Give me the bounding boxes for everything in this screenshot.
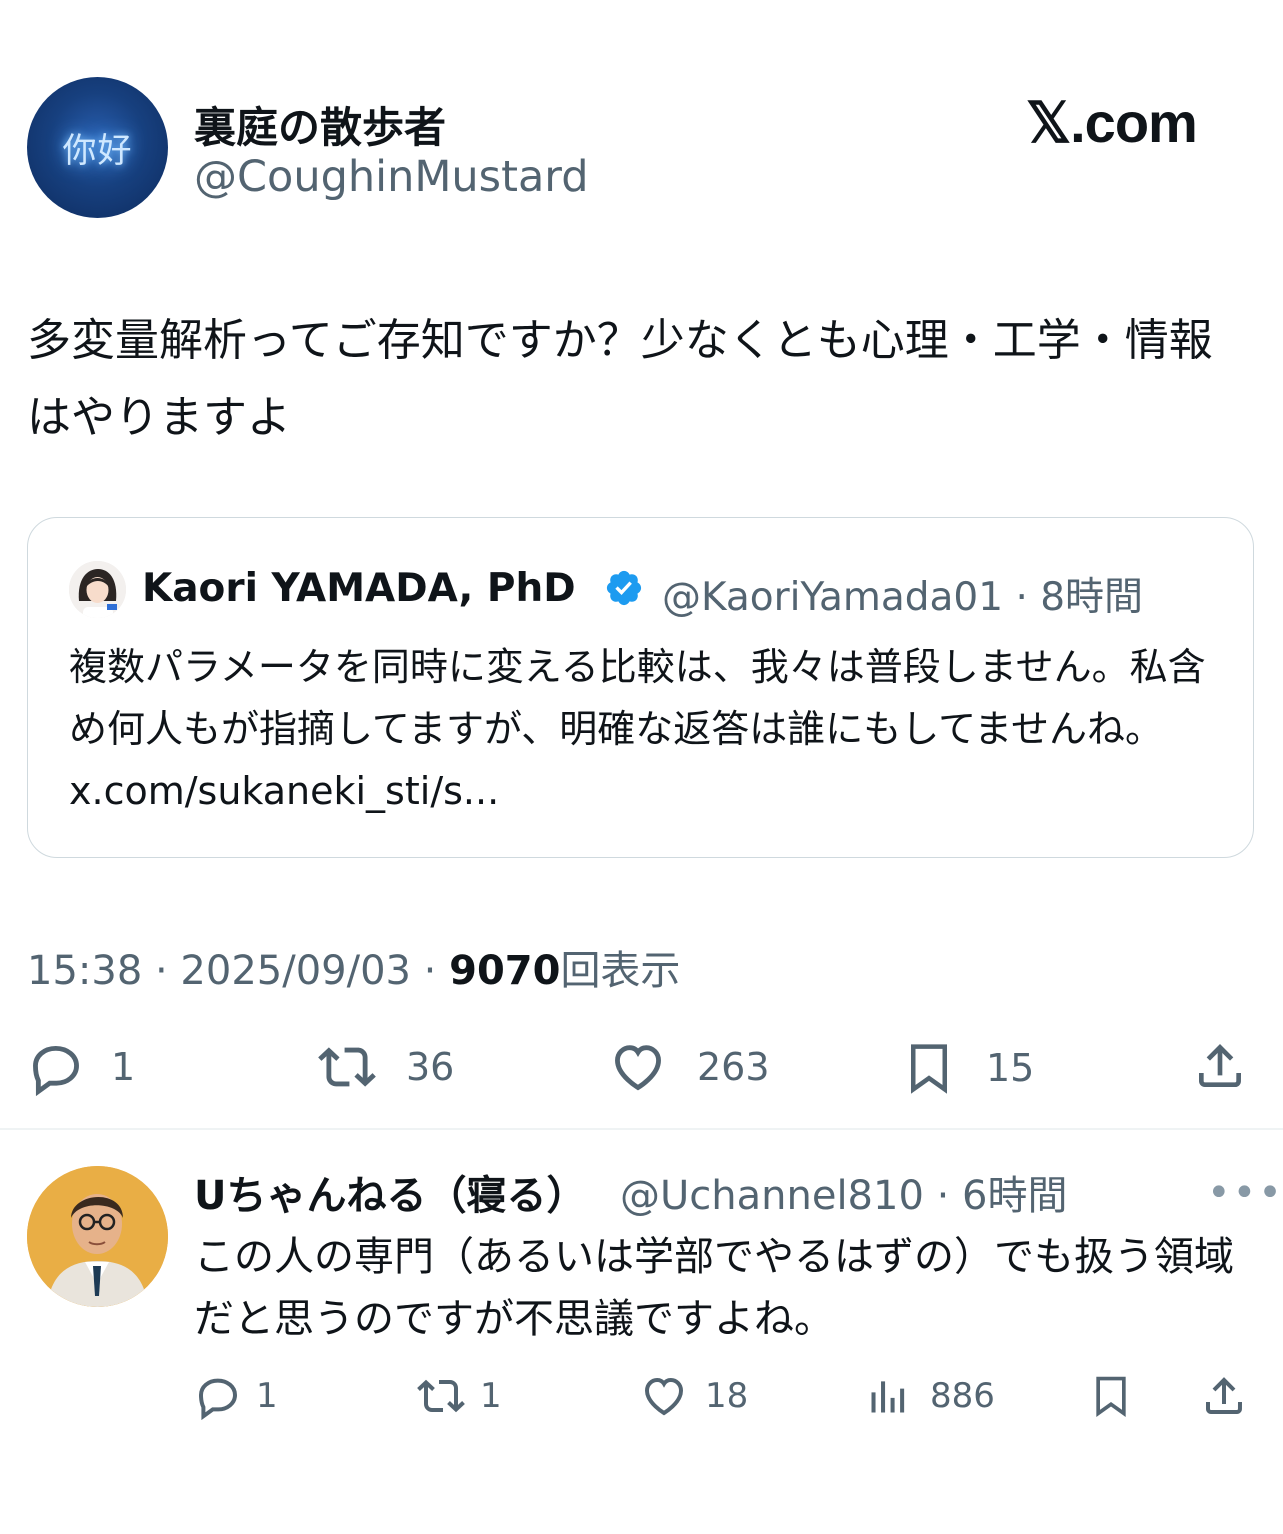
- more-icon[interactable]: •••: [1207, 1170, 1283, 1216]
- quoted-author-name[interactable]: Kaori YAMADA, PhD: [142, 566, 576, 611]
- reply-count: 1: [111, 1045, 136, 1089]
- retweet-icon: [417, 1379, 465, 1413]
- like-icon: [644, 1377, 684, 1416]
- quoted-handle-time[interactable]: @KaoriYamada01 · 8時間: [662, 566, 1143, 622]
- reply-retweet-button[interactable]: 1: [414, 1372, 502, 1420]
- quoted-tweet-text: 複数パラメータを同時に変える比較は、我々は普段しません。私含め何人もが指摘してま…: [69, 636, 1209, 822]
- reply-icon: [33, 1045, 79, 1096]
- views-icon: [871, 1381, 905, 1413]
- reply-author-name[interactable]: Uちゃんねる（寝る）: [194, 1163, 586, 1221]
- like-button[interactable]: 263: [609, 1038, 770, 1096]
- bookmark-count: 15: [986, 1046, 1035, 1090]
- bookmark-icon: [1096, 1376, 1126, 1417]
- reply-handle-time[interactable]: @Uchannel810 · 6時間: [620, 1163, 1068, 1221]
- bookmark-button[interactable]: 15: [902, 1038, 1034, 1098]
- reply-like-count: 18: [705, 1376, 749, 1416]
- reply-like-button[interactable]: 18: [639, 1372, 748, 1420]
- retweet-count: 36: [406, 1045, 455, 1089]
- reply-retweet-count: 1: [480, 1376, 502, 1416]
- reply-views-count: 886: [930, 1376, 995, 1416]
- verified-badge-icon: [604, 568, 644, 608]
- reply-icon: [198, 1378, 238, 1420]
- reply-share-button[interactable]: [1200, 1370, 1248, 1422]
- author-avatar[interactable]: 你好: [27, 77, 168, 218]
- share-icon: [1206, 1377, 1242, 1414]
- avatar-glyph: 你好: [62, 131, 133, 171]
- like-count: 263: [697, 1045, 770, 1089]
- retweet-button[interactable]: 36: [314, 1038, 454, 1096]
- x-com-logo: 𝕏.com: [1026, 91, 1198, 154]
- reply-views-button[interactable]: 886: [866, 1372, 995, 1420]
- reply-text: この人の専門（あるいは学部でやるはずの）でも扱う領域だと思うのですが不思議ですよ…: [194, 1234, 1234, 1342]
- reply-button[interactable]: 1: [27, 1038, 135, 1096]
- divider: [0, 1128, 1283, 1130]
- quoted-tweet-link[interactable]: x.com/sukaneki_sti/s...: [69, 769, 499, 813]
- reply-reply-button[interactable]: 1: [194, 1372, 278, 1420]
- retweet-icon: [318, 1047, 376, 1087]
- like-icon: [615, 1045, 661, 1091]
- views-label: 回表示: [560, 948, 681, 994]
- tweet-text: 多変量解析ってご存知ですか？少なくとも心理・工学・情報はやりますよ: [27, 315, 1213, 443]
- bookmark-icon: [911, 1044, 947, 1094]
- author-display-name[interactable]: 裏庭の散歩者: [194, 94, 446, 155]
- tweet-timestamp[interactable]: 15:38 · 2025/09/03 ·: [27, 948, 449, 994]
- author-handle[interactable]: @CoughinMustard: [194, 152, 589, 202]
- quoted-author-avatar[interactable]: [69, 561, 126, 618]
- reply-reply-count: 1: [256, 1376, 278, 1416]
- share-icon: [1199, 1044, 1241, 1087]
- share-button[interactable]: [1192, 1036, 1248, 1096]
- views-count: 9070: [449, 948, 561, 994]
- reply-bookmark-button[interactable]: [1089, 1370, 1133, 1422]
- tweet-meta: 15:38 · 2025/09/03 · 9070回表示: [27, 938, 680, 996]
- reply-author-avatar[interactable]: [27, 1166, 168, 1307]
- quoted-text-body: 複数パラメータを同時に変える比較は、我々は普段しません。私含め何人もが指摘してま…: [69, 645, 1206, 751]
